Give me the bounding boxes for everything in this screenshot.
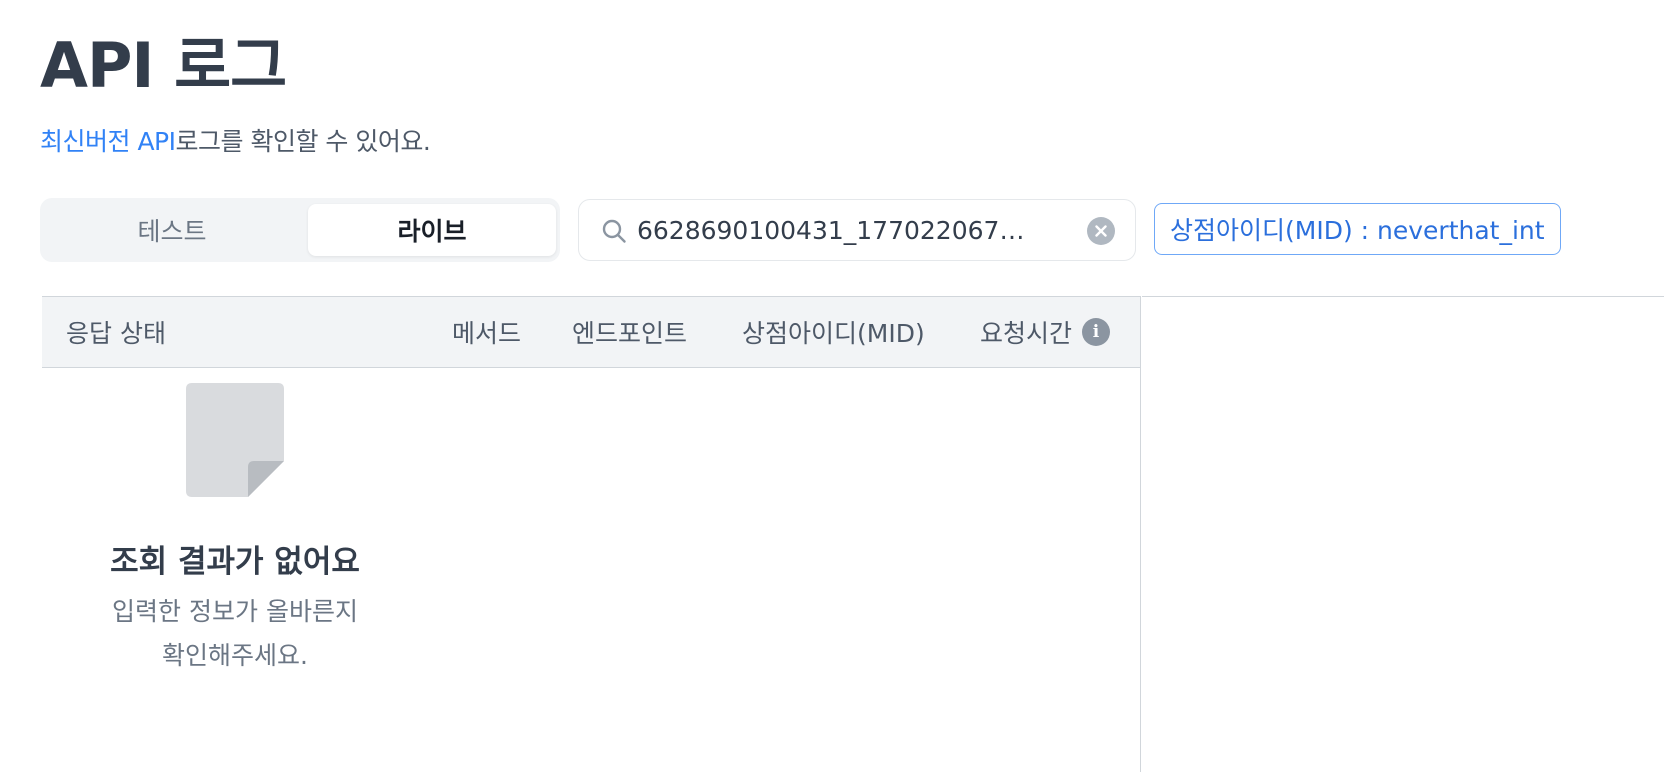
test-env-button[interactable]: 테스트 [48,204,296,256]
subtitle-text: 로그를 확인할 수 있어요. [175,127,431,156]
column-header-mid: 상점아이디(MID) [742,319,925,348]
empty-state-description: 입력한 정보가 올바른지확인해주세요. [80,590,390,678]
empty-document-icon [186,383,284,497]
empty-state-title: 조회 결과가 없어요 [110,544,360,580]
column-header-method: 메서드 [452,319,522,348]
search-box [578,199,1136,261]
mid-filter-chip[interactable]: 상점아이디(MID) : neverthat_int [1154,203,1561,255]
column-header-endpoint: 엔드포인트 [572,319,688,348]
info-icon[interactable]: i [1082,318,1111,346]
live-env-button[interactable]: 라이브 [308,204,556,256]
close-icon [1095,225,1107,237]
column-header-status: 응답 상태 [66,319,166,348]
search-input[interactable] [637,210,1037,250]
api-version-link[interactable]: 최신버전 API [40,127,176,156]
page-title: API 로그 [40,29,287,102]
table-header: 응답 상태 메서드 엔드포인트 상점아이디(MID) 요청시간 i [42,296,1140,368]
environment-toggle: 테스트 라이브 [40,198,560,262]
detail-panel-top-border [1142,296,1664,297]
column-header-time: 요청시간 i [980,297,1111,367]
panel-divider [1140,296,1141,772]
empty-state-line-2: 확인해주세요. [162,641,308,670]
empty-state-line-1: 입력한 정보가 올바른지 [112,597,358,626]
clear-search-button[interactable] [1087,217,1115,245]
column-header-time-label: 요청시간 [980,319,1073,348]
search-icon [602,219,626,243]
page-subtitle: 최신버전 API로그를 확인할 수 있어요. [40,124,431,160]
